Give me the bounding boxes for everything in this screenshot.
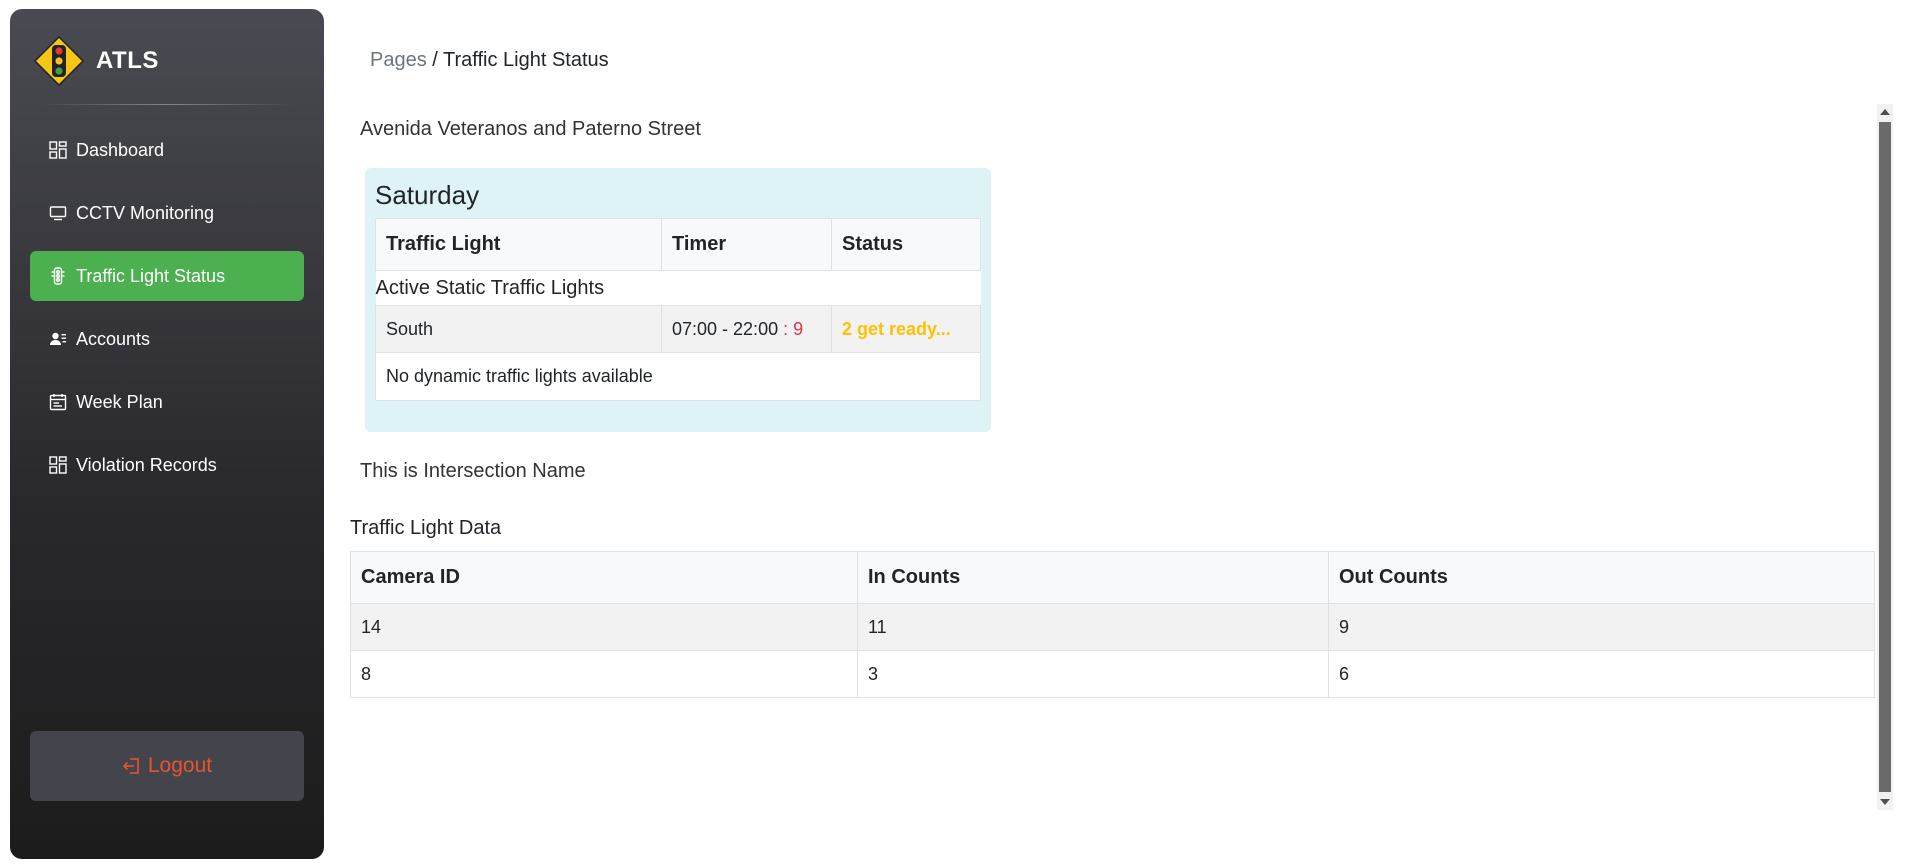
table-row: 8 3 6 [350, 650, 1875, 698]
table-row: South 07:00 - 22:00 : 9 2 get ready... [375, 305, 981, 353]
data-section-title: Traffic Light Data [350, 517, 502, 539]
timer-separator: : [778, 318, 794, 339]
breadcrumb: Pages / Traffic Light Status [370, 49, 609, 72]
status-cell: 2 get ready... [831, 305, 981, 353]
monitor-icon [48, 203, 68, 223]
breadcrumb-parent[interactable]: Pages [370, 49, 427, 71]
intersection-title: Avenida Veteranos and Paterno Street [360, 118, 701, 140]
sidebar-item-violation-records[interactable]: Violation Records [30, 440, 304, 490]
intersection-name: This is Intersection Name [360, 460, 586, 482]
logout-label: Logout [147, 754, 213, 777]
schedule-card: Saturday Traffic Light Timer Status Acti… [365, 168, 991, 432]
logout-button[interactable]: Logout [30, 731, 304, 801]
sidebar-item-label: Week Plan [76, 391, 163, 412]
table-row: No dynamic traffic lights available [375, 352, 981, 401]
vertical-scrollbar[interactable] [1877, 104, 1893, 810]
in-counts-cell: 3 [857, 650, 1329, 698]
day-title: Saturday [375, 180, 480, 210]
sidebar-item-accounts[interactable]: Accounts [30, 314, 304, 364]
traffic-light-name: South [375, 305, 662, 353]
column-header: Traffic Light [375, 218, 662, 271]
static-section-label: Active Static Traffic Lights [375, 270, 981, 306]
sidebar-item-dashboard[interactable]: Dashboard [30, 125, 304, 175]
traffic-light-icon [48, 266, 68, 286]
sidebar-nav: Dashboard CCTV Monitoring Traffic Light … [30, 125, 304, 503]
column-header: Status [831, 218, 981, 271]
sidebar-item-label: CCTV Monitoring [76, 202, 215, 223]
records-icon [48, 455, 68, 475]
sidebar-item-traffic-light-status[interactable]: Traffic Light Status [30, 251, 304, 301]
timer-range: 07:00 - 22:00 [672, 318, 779, 339]
timer-cell: 07:00 - 22:00 : 9 [661, 305, 832, 353]
sidebar-item-label: Traffic Light Status [76, 265, 226, 286]
brand-divider [40, 104, 294, 105]
column-header: Out Counts [1328, 551, 1875, 604]
column-header: Timer [661, 218, 832, 271]
column-header: In Counts [857, 551, 1329, 604]
traffic-light-data-table: Camera ID In Counts Out Counts 14 11 9 8… [350, 551, 1875, 698]
accounts-icon [48, 329, 68, 349]
logout-icon [122, 758, 139, 774]
sidebar-item-week-plan[interactable]: Week Plan [30, 377, 304, 427]
camera-id-cell: 14 [350, 603, 858, 651]
brand-name: ATLS [96, 47, 159, 74]
page-title: Traffic Light Status [443, 49, 609, 71]
brand[interactable]: ATLS [34, 31, 159, 91]
scrollbar-thumb[interactable] [1879, 122, 1891, 792]
column-header: Camera ID [350, 551, 858, 604]
sidebar-item-label: Violation Records [76, 454, 217, 475]
dashboard-icon [48, 140, 68, 160]
scroll-down-arrow-icon[interactable] [1880, 799, 1890, 805]
traffic-light-table: Traffic Light Timer Status Active Static… [375, 218, 981, 401]
calendar-icon [48, 392, 68, 412]
sidebar-item-label: Dashboard [76, 139, 165, 160]
status-badge: 2 get ready... [842, 318, 951, 339]
in-counts-cell: 11 [857, 603, 1329, 651]
scroll-up-arrow-icon[interactable] [1880, 109, 1890, 115]
camera-id-cell: 8 [350, 650, 858, 698]
content-area: Avenida Veteranos and Paterno Street Sat… [340, 104, 1893, 810]
traffic-light-logo-icon [34, 36, 84, 86]
out-counts-cell: 6 [1328, 650, 1875, 698]
sidebar-item-label: Accounts [76, 328, 151, 349]
breadcrumb-separator: / [426, 49, 444, 71]
sidebar: ATLS Dashboard CCTV Monitoring Traffic L… [10, 9, 324, 859]
dynamic-empty-message: No dynamic traffic lights available [375, 352, 981, 401]
table-row: 14 11 9 [350, 603, 1875, 651]
out-counts-cell: 9 [1328, 603, 1875, 651]
sidebar-item-cctv-monitoring[interactable]: CCTV Monitoring [30, 188, 304, 238]
timer-remaining: 9 [793, 318, 804, 339]
